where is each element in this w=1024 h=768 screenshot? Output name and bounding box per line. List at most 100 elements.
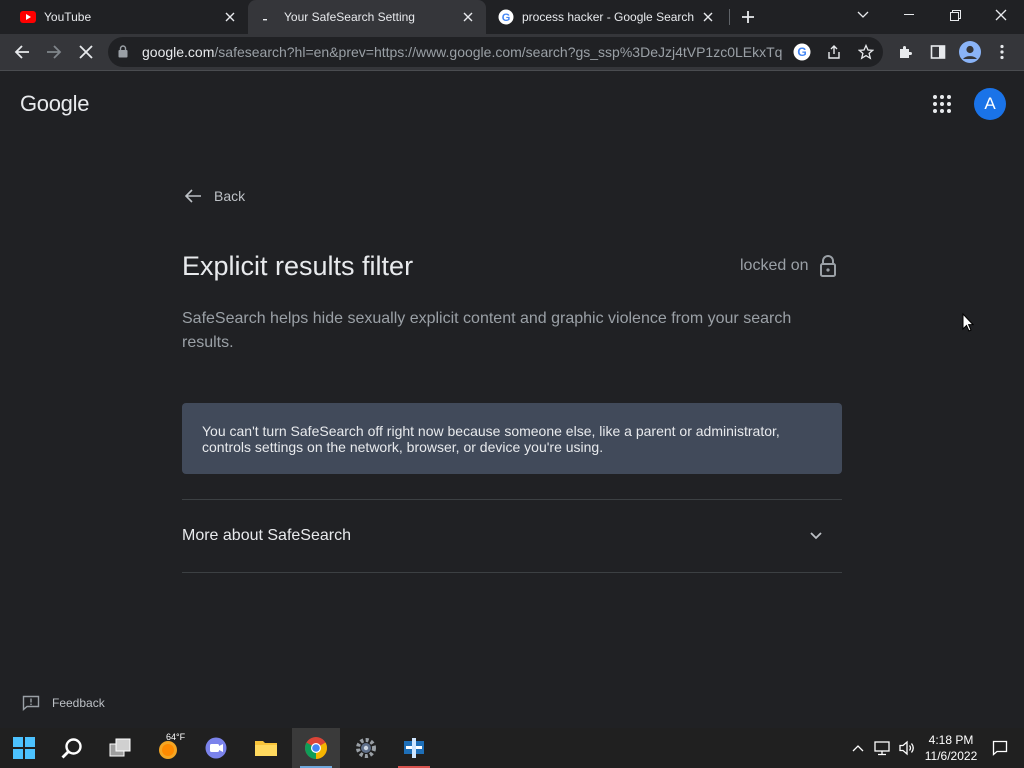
chevron-down-icon: [810, 532, 822, 540]
google-apps-icon[interactable]: [930, 92, 954, 116]
feedback-button[interactable]: Feedback: [22, 695, 105, 711]
clock-time: 4:18 PM: [928, 733, 974, 747]
lock-status: locked on: [740, 255, 837, 277]
stop-loading-button[interactable]: [72, 38, 100, 66]
new-tab-button[interactable]: [736, 5, 760, 29]
gear-icon: [356, 738, 376, 758]
puzzle-icon: [900, 46, 912, 58]
lock-status-label: locked on: [740, 257, 809, 274]
tab-safesearch[interactable]: Your SafeSearch Setting: [248, 0, 486, 34]
volume-tray-icon[interactable]: [896, 728, 918, 768]
profile-button[interactable]: [956, 38, 984, 66]
arrow-left-icon: [14, 45, 29, 59]
profile-icon: [959, 41, 981, 63]
share-button[interactable]: [822, 40, 846, 64]
tab-youtube[interactable]: YouTube: [8, 0, 248, 34]
network-tray-icon[interactable]: [872, 728, 892, 768]
safesearch-description: SafeSearch helps hide sexually explicit …: [182, 310, 792, 351]
chrome-menu-button[interactable]: [988, 38, 1016, 66]
show-hidden-icons-button[interactable]: [848, 728, 868, 768]
loading-icon: [260, 9, 276, 25]
tab-title: Your SafeSearch Setting: [284, 10, 415, 24]
taskbar-clock[interactable]: 4:18 PM 11/6/2022: [920, 732, 982, 764]
close-icon: [995, 9, 1007, 21]
close-window-button[interactable]: [978, 0, 1024, 30]
tab-separator: [729, 9, 730, 25]
side-panel-button[interactable]: [924, 38, 952, 66]
taskbar-search-button[interactable]: [48, 728, 96, 768]
close-icon[interactable]: [222, 9, 238, 25]
start-button[interactable]: [0, 728, 48, 768]
restore-icon: [949, 9, 961, 21]
arrow-right-icon: [47, 45, 62, 59]
chevron-down-icon: [857, 11, 869, 18]
google-lens-button[interactable]: G: [790, 40, 814, 64]
close-icon[interactable]: [700, 9, 716, 25]
back-label: Back: [214, 188, 246, 204]
windows-taskbar: 64°F 4:18 PM 11/6/2022: [0, 728, 1024, 768]
close-icon[interactable]: [460, 9, 476, 25]
chat-app-button[interactable]: [192, 728, 240, 768]
task-view-button[interactable]: [96, 728, 144, 768]
svg-text:G: G: [502, 12, 511, 24]
google-logo[interactable]: Google: [20, 91, 89, 117]
url-text[interactable]: google.com/safesearch?hl=en&prev=https:/…: [142, 44, 782, 60]
safesearch-page: Google A Back Explicit results filter lo…: [0, 71, 1024, 728]
tab-search-button[interactable]: [840, 0, 886, 30]
expander-label: More about SafeSearch: [182, 527, 351, 544]
restore-button[interactable]: [932, 0, 978, 30]
tab-google-search[interactable]: G process hacker - Google Search: [486, 0, 726, 34]
extensions-button[interactable]: [892, 38, 920, 66]
url-host: google.com: [142, 44, 215, 60]
mouse-cursor-icon: [962, 313, 974, 332]
browser-toolbar: google.com/safesearch?hl=en&prev=https:/…: [0, 34, 1024, 71]
network-icon: [874, 741, 890, 756]
weather-temperature: 64°F: [166, 732, 186, 742]
svg-text:G: G: [797, 45, 806, 59]
back-nav-button[interactable]: [8, 38, 36, 66]
google-g-icon: G: [498, 9, 514, 25]
arrow-left-icon: [184, 189, 201, 203]
chat-icon: [205, 737, 227, 759]
chrome-icon: [305, 737, 327, 759]
divider: [182, 572, 842, 573]
windows-logo-icon: [13, 737, 35, 759]
file-explorer-button[interactable]: [242, 728, 290, 768]
minimize-button[interactable]: [886, 0, 932, 30]
chrome-taskbar-button[interactable]: [292, 728, 340, 768]
settings-taskbar-button[interactable]: [342, 728, 390, 768]
youtube-icon: [20, 9, 36, 25]
back-link[interactable]: Back: [184, 188, 245, 204]
network-tool-taskbar-button[interactable]: [390, 728, 438, 768]
address-bar[interactable]: google.com/safesearch?hl=en&prev=https:/…: [108, 37, 883, 67]
avatar[interactable]: A: [974, 88, 1006, 120]
lock-icon[interactable]: [118, 45, 128, 58]
notifications-button[interactable]: [988, 728, 1012, 768]
chevron-up-icon: [852, 745, 864, 752]
search-icon: [61, 738, 82, 759]
more-vert-icon: [1000, 44, 1004, 60]
url-path: /safesearch?hl=en&prev=https://www.googl…: [214, 44, 782, 60]
forward-nav-button[interactable]: [40, 38, 68, 66]
clock-date: 11/6/2022: [924, 749, 978, 763]
page-title: Explicit results filter: [182, 251, 414, 281]
locked-notice: You can't turn SafeSearch off right now …: [182, 403, 842, 474]
more-about-safesearch-expander[interactable]: More about SafeSearch: [182, 500, 842, 572]
task-view-icon: [109, 738, 131, 757]
side-panel-icon: [930, 45, 946, 59]
tab-title: process hacker - Google Search: [522, 10, 695, 24]
share-icon: [828, 45, 840, 59]
padlock-icon: [819, 255, 837, 277]
feedback-icon: [22, 695, 40, 711]
close-icon: [79, 45, 93, 59]
tab-title: YouTube: [44, 10, 92, 24]
tab-strip: YouTube Your SafeSearch Setting G proces…: [0, 0, 1024, 34]
notification-icon: [992, 740, 1008, 756]
minimize-icon: [904, 14, 914, 15]
bookmark-button[interactable]: [854, 40, 878, 64]
google-g-icon: G: [793, 43, 811, 61]
speaker-icon: [899, 740, 914, 756]
network-tool-icon: [404, 738, 424, 758]
folder-icon: [255, 741, 277, 756]
star-icon: [858, 44, 874, 60]
